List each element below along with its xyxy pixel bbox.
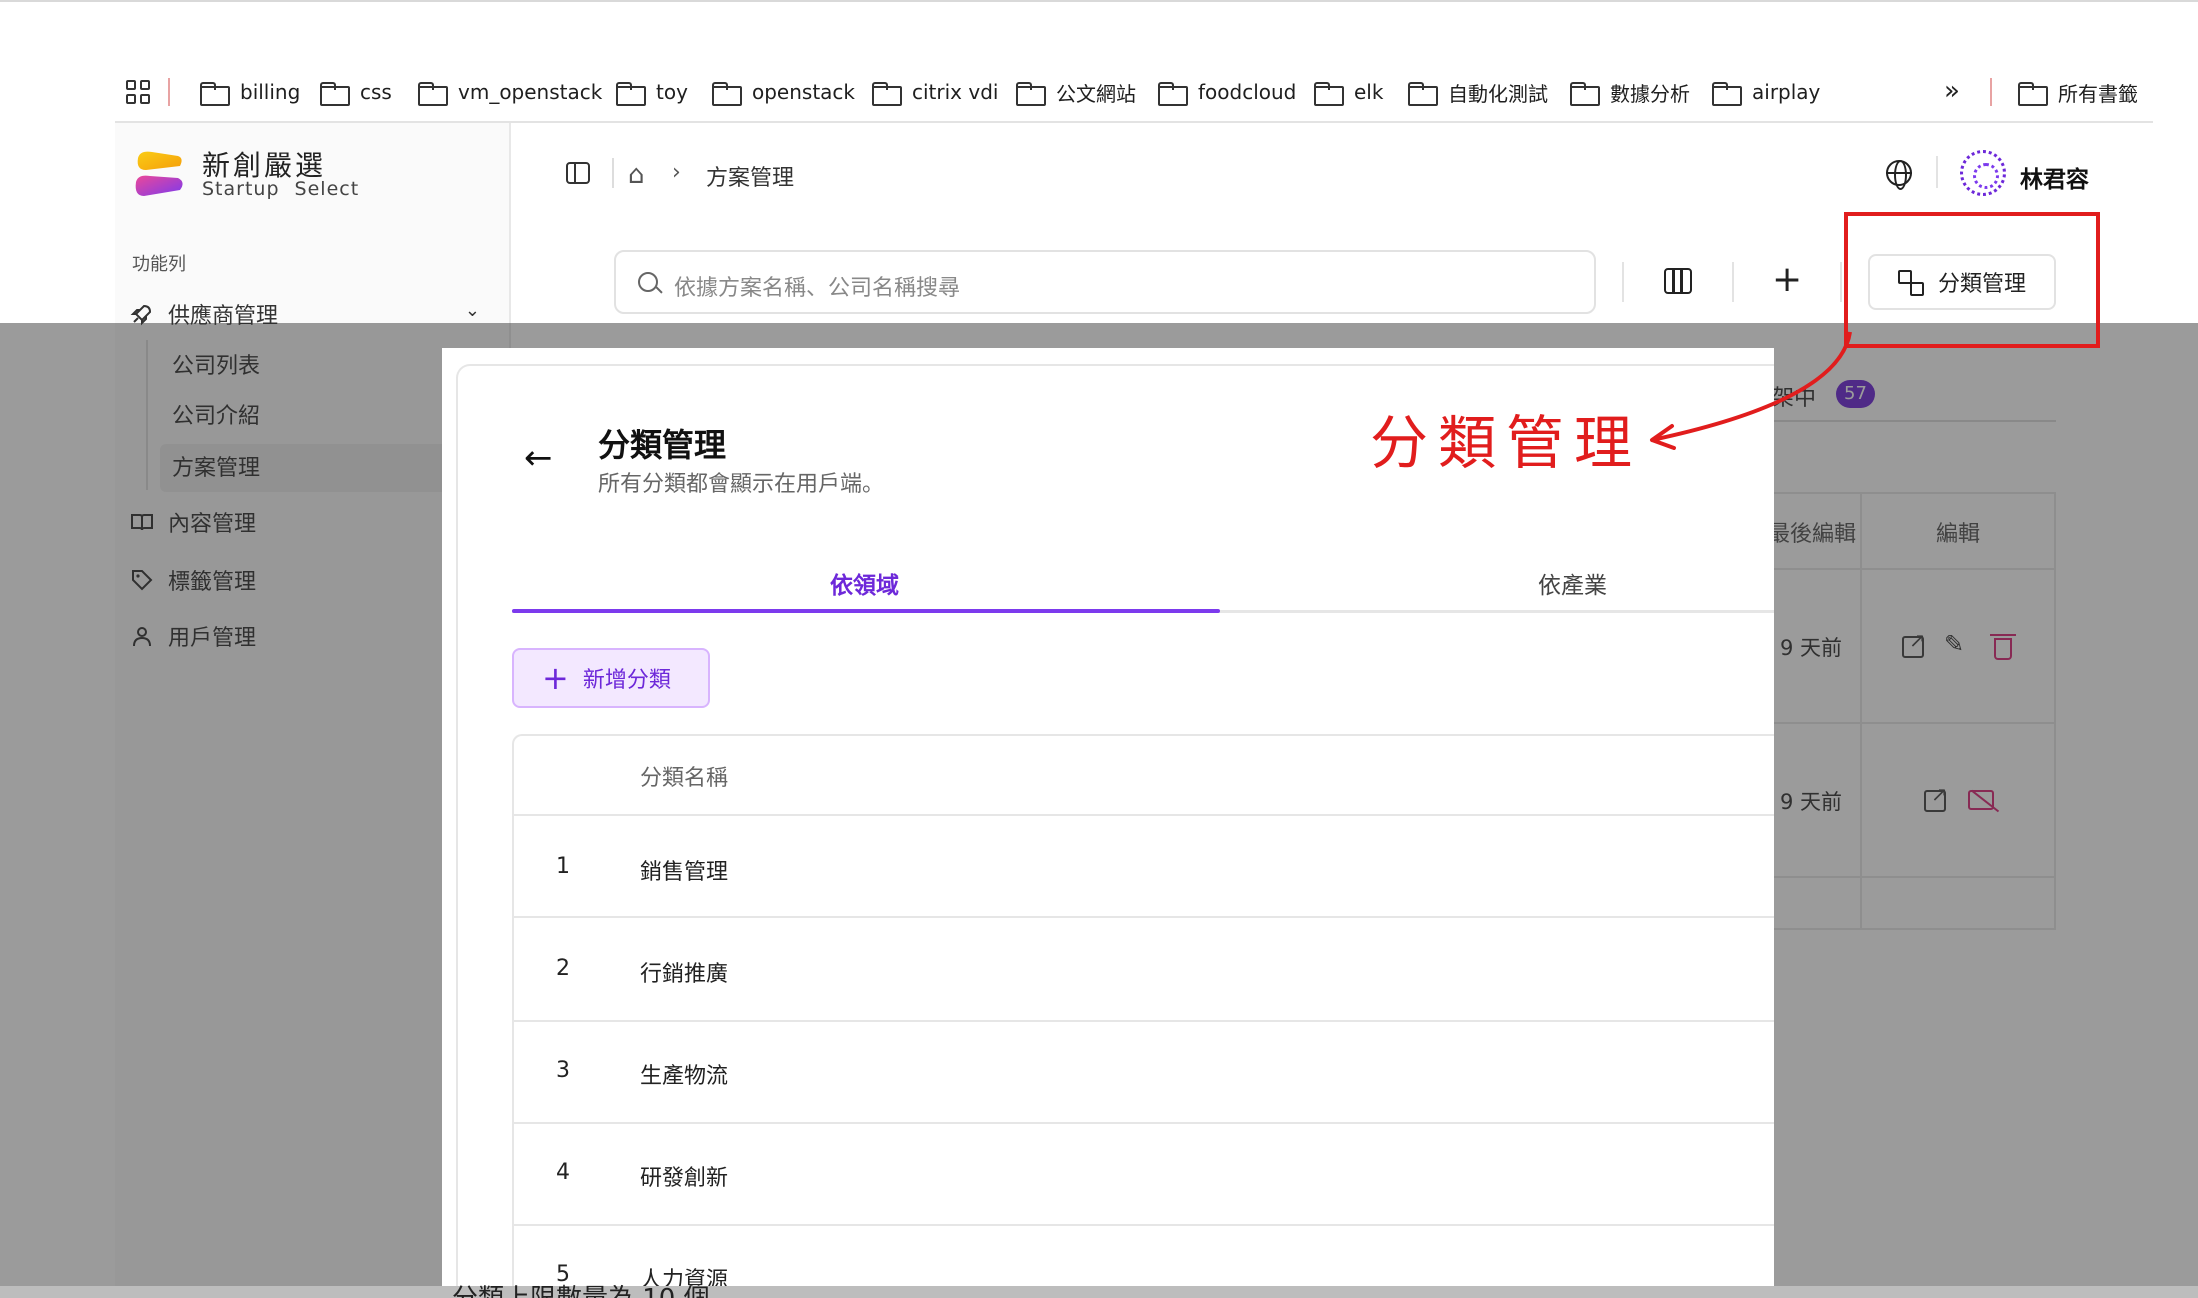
folder-icon xyxy=(712,82,742,106)
bookmark-label: 數據分析 xyxy=(1610,81,1690,106)
tab-by-domain[interactable]: 依領域 xyxy=(830,566,899,600)
add-category-label: 新增分類 xyxy=(582,668,671,693)
bookmark-vm-openstack[interactable]: vm_openstack xyxy=(418,74,602,110)
folder-icon xyxy=(1712,82,1742,106)
row-divider xyxy=(514,916,1774,918)
add-category-button[interactable]: + 新增分類 xyxy=(512,648,710,708)
divider xyxy=(1732,262,1734,302)
globe-icon[interactable] xyxy=(1886,160,1912,190)
row-divider xyxy=(514,814,1774,816)
row-divider xyxy=(514,1020,1774,1022)
apps-grid-icon[interactable] xyxy=(126,80,150,104)
bookmark-divider xyxy=(168,78,170,106)
bookmark-label: citrix vdi xyxy=(912,80,999,104)
folder-icon xyxy=(2018,82,2048,106)
bookmark-label: 自動化測試 xyxy=(1448,81,1548,106)
bookmark-citrix-vdi[interactable]: citrix vdi xyxy=(872,74,998,110)
bookmark-label: foodcloud xyxy=(1198,80,1297,104)
bookmark-label: airplay xyxy=(1752,80,1821,104)
bookmark-label: vm_openstack xyxy=(458,80,603,104)
folder-icon xyxy=(1158,82,1188,106)
bookmark-divider xyxy=(1990,78,1992,106)
row-index: 4 xyxy=(556,1160,570,1185)
divider xyxy=(1622,262,1624,302)
search-icon xyxy=(638,272,658,292)
bookmark-billing[interactable]: billing xyxy=(200,74,300,110)
folder-icon xyxy=(1314,82,1344,106)
row-index: 1 xyxy=(556,854,570,879)
bookmark-openstack[interactable]: openstack xyxy=(712,74,855,110)
bookmark-auto-test[interactable]: 自動化測試 xyxy=(1408,74,1548,110)
plus-icon: + xyxy=(542,659,569,697)
folder-icon xyxy=(872,82,902,106)
breadcrumb-chevron-icon: › xyxy=(672,160,681,185)
columns-icon[interactable] xyxy=(1664,268,1692,294)
tab-by-industry[interactable]: 依產業 xyxy=(1538,566,1607,600)
folder-icon xyxy=(418,82,448,106)
annotation-arrow-icon xyxy=(1650,331,1852,450)
bookmark-airplay[interactable]: airplay xyxy=(1712,74,1820,110)
column-header-category-name: 分類名稱 xyxy=(640,766,729,791)
category-name: 銷售管理 xyxy=(640,860,729,885)
bookmark-label: toy xyxy=(656,80,688,104)
bookmarks-bar: billing css vm_openstack toy openstack c… xyxy=(0,0,2198,122)
bookmark-label: elk xyxy=(1354,80,1384,104)
bookmark-label: 公文網站 xyxy=(1056,81,1136,106)
annotation-label: 分類管理 xyxy=(1370,409,1643,477)
row-index: 2 xyxy=(556,956,570,981)
modal-subtitle: 所有分類都會顯示在用戶端。 xyxy=(598,472,885,497)
folder-icon xyxy=(616,82,646,106)
bookmark-label: 所有書籤 xyxy=(2058,81,2138,106)
row-divider xyxy=(514,1224,1774,1226)
bookmark-gov-docs[interactable]: 公文網站 xyxy=(1016,74,1136,110)
avatar[interactable] xyxy=(1960,150,2006,196)
folder-icon xyxy=(320,82,350,106)
folder-icon xyxy=(1408,82,1438,106)
folder-icon xyxy=(200,82,230,106)
bottom-scroll-strip xyxy=(0,1286,2198,1298)
search-input[interactable]: 依據方案名稱、公司名稱搜尋 xyxy=(614,250,1596,314)
chevron-down-icon: ⌄ xyxy=(464,300,480,321)
brand-subtitle: Startup Select xyxy=(202,178,360,200)
divider xyxy=(1936,156,1938,188)
bookmark-foodcloud[interactable]: foodcloud xyxy=(1158,74,1296,110)
app-window: billing css vm_openstack toy openstack c… xyxy=(0,0,2198,1298)
home-icon[interactable]: ⌂ xyxy=(628,160,645,190)
user-name[interactable]: 林君容 xyxy=(2020,160,2089,194)
folder-icon xyxy=(1570,82,1600,106)
breadcrumb-current: 方案管理 xyxy=(706,166,795,191)
category-name: 生產物流 xyxy=(640,1064,729,1089)
bookmark-elk[interactable]: elk xyxy=(1314,74,1383,110)
folder-icon xyxy=(1016,82,1046,106)
bookmark-label: openstack xyxy=(752,80,856,104)
annotation-highlight-box xyxy=(1844,212,2100,348)
more-bookmarks-icon[interactable]: » xyxy=(1944,76,1960,106)
divider xyxy=(612,158,614,188)
category-name: 行銷推廣 xyxy=(640,962,729,987)
tab-active-indicator xyxy=(512,609,1220,613)
sidebar-section-label: 功能列 xyxy=(132,254,186,275)
bookmark-data-analysis[interactable]: 數據分析 xyxy=(1570,74,1690,110)
bookmark-label: css xyxy=(360,80,392,104)
search-placeholder: 依據方案名稱、公司名稱搜尋 xyxy=(674,276,961,301)
bookmark-toy[interactable]: toy xyxy=(616,74,688,110)
category-limit-note: 分類上限數量為 10 個 xyxy=(452,1284,710,1298)
category-table xyxy=(512,734,1774,1298)
bookmark-label: billing xyxy=(240,80,301,104)
modal-title: 分類管理 xyxy=(598,426,727,464)
plus-icon[interactable]: + xyxy=(1772,262,1802,298)
back-arrow-icon[interactable]: ← xyxy=(524,440,553,476)
sidebar-toggle-icon[interactable] xyxy=(566,162,590,184)
all-bookmarks[interactable]: 所有書籤 xyxy=(2018,74,2138,110)
bookmark-css[interactable]: css xyxy=(320,74,392,110)
row-index: 3 xyxy=(556,1058,570,1083)
category-name: 研發創新 xyxy=(640,1166,729,1191)
divider xyxy=(1840,262,1842,302)
row-divider xyxy=(514,1122,1774,1124)
brand-logo-icon xyxy=(135,151,183,196)
